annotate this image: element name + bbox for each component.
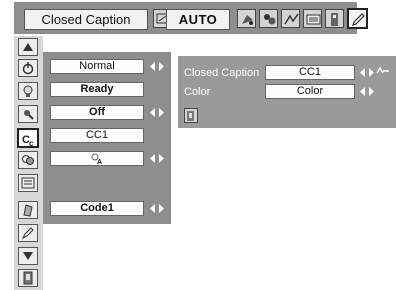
closed-caption-icon[interactable]: Cc: [17, 128, 39, 148]
lamp-icon[interactable]: [18, 105, 38, 123]
exit-icon[interactable]: [18, 269, 38, 287]
row-value-ready: Ready: [50, 82, 144, 97]
edit-icon[interactable]: [18, 201, 38, 219]
down-arrow-icon[interactable]: [18, 247, 38, 265]
power-icon[interactable]: [18, 59, 38, 77]
submenu-exit-icon[interactable]: [184, 108, 198, 123]
back-indicator-icon: [376, 66, 389, 74]
color-label: Color: [184, 86, 211, 98]
svg-text:A: A: [97, 159, 102, 165]
camera-icon[interactable]: [259, 9, 278, 28]
left-right-arrows-icon[interactable]: [149, 203, 165, 214]
row-value-off[interactable]: Off: [50, 105, 144, 120]
up-arrow-icon[interactable]: [18, 38, 38, 56]
row-value-normal[interactable]: Normal: [50, 59, 144, 74]
screen-resize-icon[interactable]: [18, 174, 38, 192]
closed-caption-value[interactable]: CC1: [265, 65, 355, 80]
setting-icon[interactable]: [325, 9, 344, 28]
svg-text:c: c: [29, 139, 34, 147]
screen-icon[interactable]: [303, 9, 322, 28]
light-bulb-icon[interactable]: [18, 82, 38, 100]
palette-icon[interactable]: [237, 9, 256, 28]
closed-caption-label: Closed Caption: [184, 67, 260, 79]
left-right-arrows-icon[interactable]: [359, 67, 375, 78]
left-right-arrows-icon[interactable]: [359, 86, 375, 97]
row-value-code1[interactable]: Code1: [50, 201, 144, 216]
menu-title: Closed Caption: [24, 9, 148, 30]
color-value[interactable]: Color: [265, 84, 355, 99]
left-right-arrows-icon[interactable]: [149, 107, 165, 118]
picture-icon[interactable]: [281, 9, 300, 28]
pen-icon[interactable]: [18, 224, 38, 242]
filter-icon[interactable]: [18, 151, 38, 169]
lamp-small-icon: A: [91, 153, 102, 166]
left-right-arrows-icon[interactable]: [149, 153, 165, 164]
auto-mode-value: AUTO: [166, 9, 230, 30]
row-value-cc1[interactable]: CC1: [50, 128, 144, 143]
left-right-arrows-icon[interactable]: [149, 61, 165, 72]
row-value-lamp[interactable]: A: [50, 151, 144, 166]
pencil-icon[interactable]: [347, 8, 368, 29]
